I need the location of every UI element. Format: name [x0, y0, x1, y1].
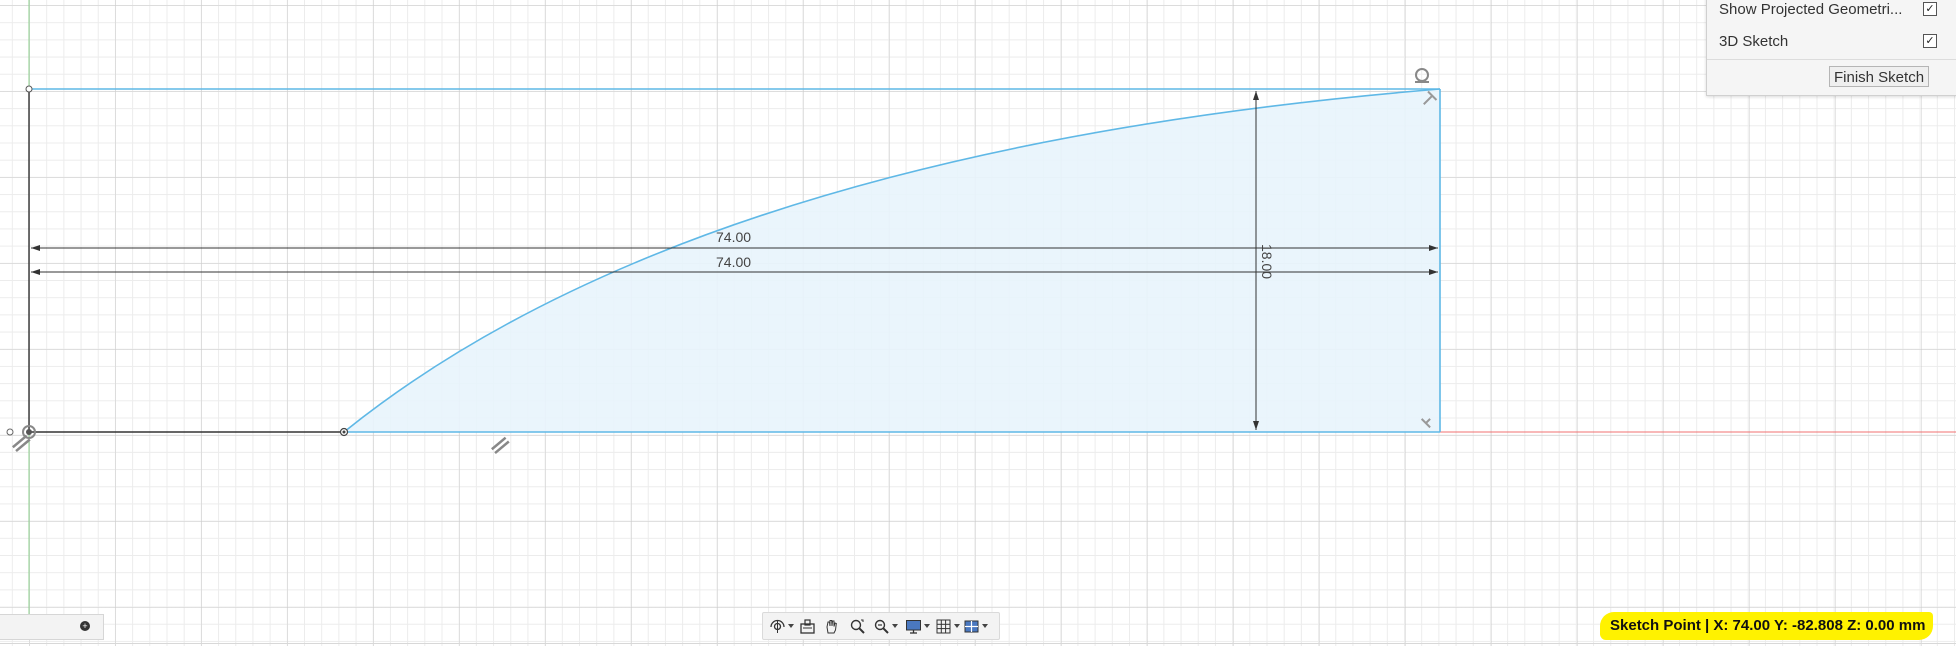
palette-checkbox[interactable]: ✓ [1923, 2, 1937, 16]
display-settings-button[interactable] [905, 616, 930, 636]
palette-divider [1707, 59, 1956, 60]
width-dimension-lower-value[interactable]: 74.00 [716, 254, 751, 270]
chevron-down-icon [892, 624, 898, 628]
grid-settings-icon [936, 619, 951, 633]
sketch-point[interactable] [25, 85, 33, 93]
chevron-down-icon [788, 624, 794, 628]
zoom-icon [850, 619, 865, 634]
zoom-button[interactable] [849, 616, 866, 636]
palette-option-3d-sketch[interactable]: 3D Sketch ✓ [1707, 27, 1956, 57]
sketch-palette: Show Projected Geometri... ✓ 3D Sketch ✓… [1706, 0, 1956, 96]
sketch-point-center [342, 430, 346, 434]
palette-option-label: Show Projected Geometri... [1719, 1, 1903, 18]
look-at-button[interactable] [799, 616, 816, 636]
sketch-point-readout: Sketch Point | X: 74.00 Y: -82.808 Z: 0.… [1600, 612, 1934, 640]
sketch-geometry[interactable]: 74.00 74.00 18.00 [0, 0, 1956, 646]
palette-option-label: 3D Sketch [1719, 33, 1789, 50]
viewports-button[interactable] [963, 616, 988, 636]
fit-icon [874, 619, 889, 634]
viewport-bottom-border [0, 643, 1956, 644]
origin-center [26, 429, 32, 435]
chevron-down-icon [982, 624, 988, 628]
viewports-icon [964, 620, 979, 632]
pan-button[interactable] [823, 616, 840, 636]
height-dimension-value[interactable]: 18.00 [1259, 244, 1275, 279]
orbit-icon [770, 619, 785, 633]
fit-button[interactable] [873, 616, 898, 636]
horizontal-constraint-icon[interactable] [491, 436, 510, 455]
pan-icon [826, 619, 837, 633]
palette-checkbox[interactable]: ✓ [1923, 34, 1937, 48]
tangent-constraint-icon[interactable] [1415, 68, 1429, 83]
grid-settings-button[interactable] [935, 616, 960, 636]
finish-sketch-button[interactable]: Finish Sketch [1829, 66, 1930, 87]
display-settings-icon [906, 619, 921, 634]
browser-panel-collapsed[interactable]: + [0, 614, 104, 640]
chevron-down-icon [954, 624, 960, 628]
look-at-icon [800, 618, 815, 634]
expand-icon[interactable]: + [80, 621, 90, 631]
navigation-toolbar [762, 612, 1000, 640]
width-dimension-upper-value[interactable]: 74.00 [716, 229, 751, 245]
palette-option-show-projected-geometries[interactable]: Show Projected Geometri... ✓ [1707, 0, 1956, 25]
orbit-button[interactable] [769, 616, 794, 636]
chevron-down-icon [924, 624, 930, 628]
sketch-point[interactable] [6, 428, 14, 436]
